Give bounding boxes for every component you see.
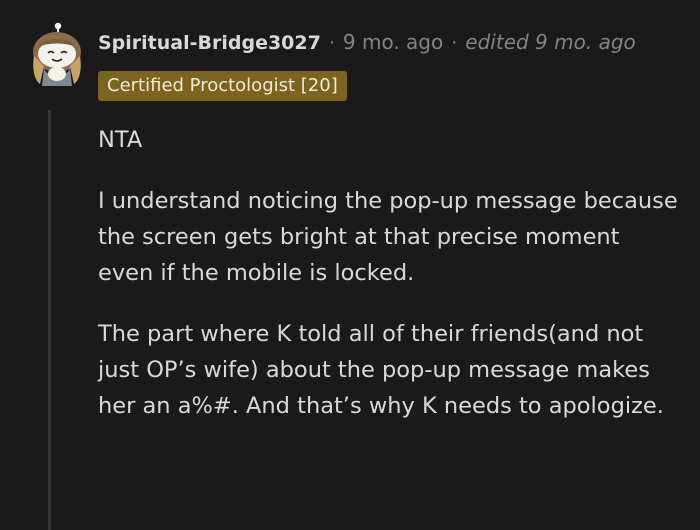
thread-collapse-line[interactable] [48,110,51,530]
snoo-avatar-icon [33,22,81,86]
meta-separator: · [328,32,335,54]
comment-timestamp[interactable]: 9 mo. ago [343,30,443,54]
user-avatar[interactable] [24,22,90,88]
author-link[interactable]: Spiritual-Bridge3027 [98,32,321,54]
comment-paragraph: NTA [98,127,143,153]
comment-paragraph: I understand noticing the pop-up message… [98,188,678,286]
comment-header: Spiritual-Bridge3027 · 9 mo. ago · edite… [98,30,636,54]
comment: Spiritual-Bridge3027 · 9 mo. ago · edite… [0,0,700,530]
comment-paragraph: The part where K told all of their frien… [98,321,664,419]
user-flair: Certified Proctologist [20] [98,71,347,101]
comment-body: NTA I understand noticing the pop-up mes… [98,122,678,449]
meta-separator-2: · [451,32,458,54]
edited-indicator: edited 9 mo. ago [465,30,636,54]
